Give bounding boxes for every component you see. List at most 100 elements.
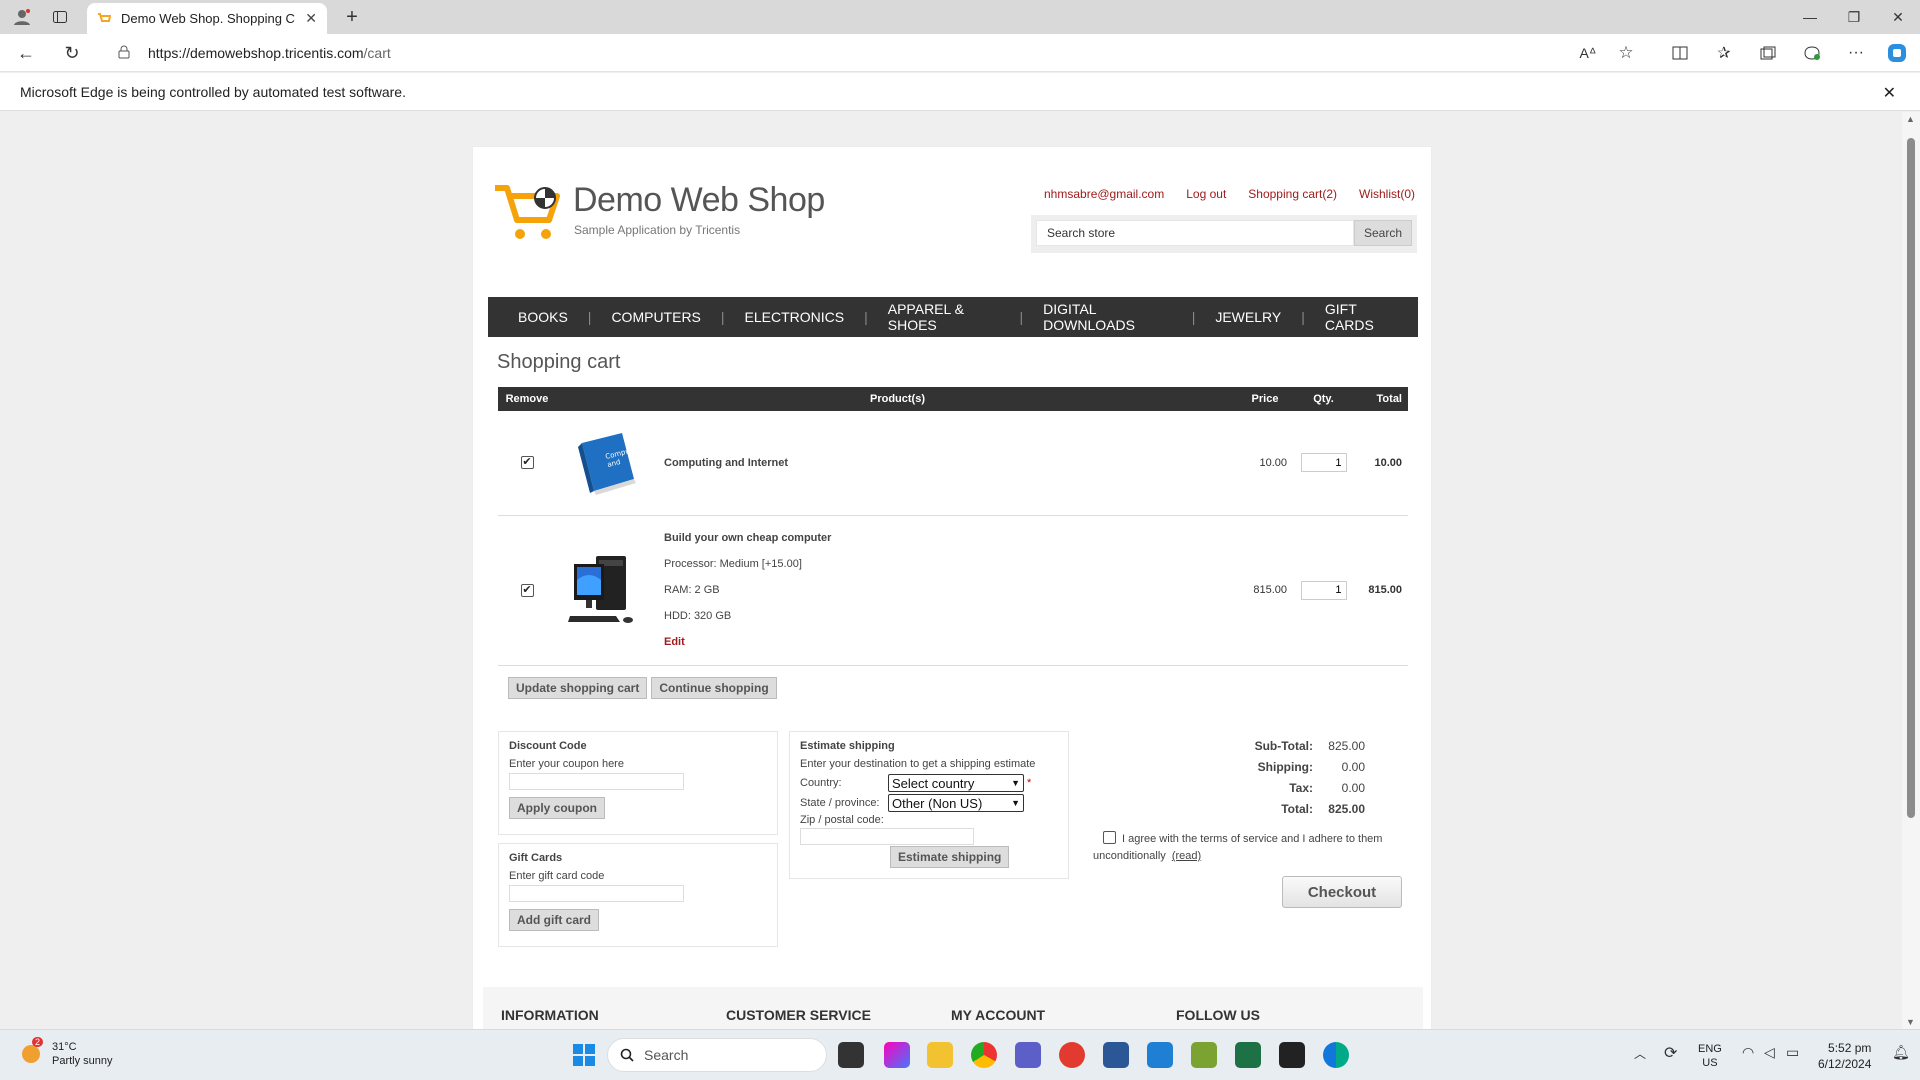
tab-actions-icon[interactable] [48, 6, 72, 28]
notepad-chart-icon[interactable] [1191, 1042, 1217, 1068]
product-image-computer[interactable] [556, 550, 656, 630]
clock[interactable]: 5:52 pm 6/12/2024 [1818, 1040, 1871, 1072]
menu-jewelry[interactable]: JEWELRY [1195, 309, 1301, 325]
region-code: US [1702, 1057, 1718, 1069]
app-red-icon[interactable] [1059, 1042, 1085, 1068]
product-name-link[interactable]: Computing and Internet [664, 457, 788, 469]
menu-digital-downloads[interactable]: DIGITAL DOWNLOADS [1023, 301, 1192, 333]
state-select[interactable]: Other (Non US) ▼ [888, 794, 1024, 812]
menu-books[interactable]: BOOKS [498, 309, 588, 325]
menu-computers[interactable]: COMPUTERS [591, 309, 720, 325]
wishlist-link[interactable]: Wishlist(0) [1359, 187, 1415, 201]
notification-bell-icon[interactable]: 🔔︎ [1892, 1044, 1910, 1061]
volume-icon[interactable]: ◁ [1764, 1044, 1775, 1061]
page-scrollbar[interactable]: ▲ ▼ [1902, 112, 1920, 1029]
collections-icon[interactable] [1756, 43, 1780, 63]
taskbar-search[interactable]: Search [607, 1038, 827, 1072]
cart-buttons: Update shopping cart Continue shopping [508, 677, 777, 699]
continue-shopping-button[interactable]: Continue shopping [651, 677, 777, 699]
add-gift-card-button[interactable]: Add gift card [509, 909, 599, 931]
remove-checkbox[interactable]: ✔ [520, 583, 534, 597]
quantity-input[interactable] [1300, 453, 1347, 473]
search-button[interactable]: Search [1354, 220, 1412, 246]
copilot-app-icon[interactable] [884, 1042, 910, 1068]
new-tab-icon[interactable]: + [340, 5, 364, 29]
vscode-icon[interactable] [1147, 1042, 1173, 1068]
tab-shopping-cart[interactable]: Demo Web Shop. Shopping Cart ✕ [87, 3, 327, 34]
footer-information-heading: INFORMATION [501, 1007, 599, 1023]
split-screen-icon[interactable] [1668, 43, 1692, 63]
profile-icon[interactable] [10, 6, 34, 28]
estimate-shipping-box: Estimate shipping Enter your destination… [789, 731, 1069, 879]
edit-item-link[interactable]: Edit [664, 636, 831, 648]
lock-icon[interactable] [118, 45, 130, 59]
browser-essentials-icon[interactable] [1800, 43, 1824, 63]
task-view-icon[interactable] [838, 1042, 864, 1068]
menu-electronics[interactable]: ELECTRONICS [725, 309, 865, 325]
chevron-up-icon[interactable]: ︿ [1634, 1045, 1646, 1062]
minimize-icon[interactable]: — [1788, 0, 1832, 34]
copilot-icon[interactable] [1884, 41, 1910, 65]
apply-coupon-button[interactable]: Apply coupon [509, 797, 605, 819]
sync-icon[interactable]: ⟳ [1664, 1043, 1677, 1063]
url-path: /cart [363, 45, 391, 61]
remove-checkbox[interactable]: ✔ [520, 456, 534, 470]
restore-icon[interactable]: ❐ [1832, 0, 1876, 34]
search-input[interactable] [1036, 220, 1354, 246]
scroll-down-icon[interactable]: ▼ [1906, 1017, 1915, 1027]
edge-icon[interactable] [1323, 1042, 1349, 1068]
tax-value: 0.00 [1341, 781, 1365, 795]
refresh-icon[interactable]: ↻ [60, 42, 84, 64]
weather-widget[interactable]: 2 31°C Partly sunny [18, 1037, 113, 1068]
language-indicator[interactable]: ENG US [1698, 1042, 1722, 1070]
store-logo-cart-icon[interactable] [493, 182, 563, 242]
back-icon[interactable]: ← [14, 42, 38, 64]
favorite-star-icon[interactable]: ☆ [1614, 43, 1638, 63]
zip-input[interactable] [800, 828, 974, 845]
battery-icon[interactable]: ▭ [1786, 1044, 1799, 1061]
country-select[interactable]: Select country ▼ [888, 774, 1024, 792]
windows-start-icon[interactable] [572, 1043, 596, 1067]
close-infobar-icon[interactable]: ✕ [1883, 83, 1896, 103]
product-image-book[interactable]: Computing and [556, 429, 656, 497]
estimate-shipping-button[interactable]: Estimate shipping [890, 846, 1010, 868]
read-aloud-icon[interactable]: Aᐞ [1576, 43, 1600, 63]
product-name-link[interactable]: Build your own cheap computer [664, 532, 831, 544]
teams-icon[interactable] [1015, 1042, 1041, 1068]
quantity-input[interactable] [1300, 580, 1347, 600]
scrollbar-thumb[interactable] [1907, 138, 1915, 818]
logout-link[interactable]: Log out [1186, 187, 1226, 201]
menu-apparel-shoes[interactable]: APPAREL & SHOES [868, 301, 1020, 333]
favorites-icon[interactable]: ✰ [1712, 43, 1736, 63]
tab-title: Demo Web Shop. Shopping Cart [121, 11, 296, 26]
wifi-icon[interactable]: ◠ [1742, 1044, 1754, 1061]
gift-card-input[interactable] [509, 885, 684, 902]
footer-customer-service-heading: CUSTOMER SERVICE [726, 1007, 871, 1023]
scroll-up-icon[interactable]: ▲ [1906, 114, 1915, 124]
menu-gift-cards[interactable]: GIFT CARDS [1305, 301, 1418, 333]
terms-read-link[interactable]: (read) [1172, 850, 1201, 862]
shipping-title: Estimate shipping [800, 740, 895, 752]
update-cart-button[interactable]: Update shopping cart [508, 677, 648, 699]
file-explorer-icon[interactable] [927, 1042, 953, 1068]
shopping-cart-link[interactable]: Shopping cart(2) [1248, 187, 1337, 201]
coupon-input[interactable] [509, 773, 684, 790]
store-name[interactable]: Demo Web Shop [573, 181, 825, 220]
excel-icon[interactable] [1235, 1042, 1261, 1068]
clock-date: 6/12/2024 [1818, 1057, 1872, 1071]
chrome-icon[interactable] [971, 1042, 997, 1068]
terminal-icon[interactable] [1279, 1042, 1305, 1068]
chevron-down-icon: ▼ [1011, 798, 1020, 808]
url-field[interactable]: https://demowebshop.tricentis.com/cart [108, 38, 1618, 68]
page-title: Shopping cart [497, 351, 621, 373]
close-window-icon[interactable]: ✕ [1876, 0, 1920, 34]
checkout-button[interactable]: Checkout [1282, 876, 1402, 908]
account-email-link[interactable]: nhmsabre@gmail.com [1044, 187, 1164, 201]
col-remove: Remove [498, 387, 556, 411]
taskbar-search-label: Search [644, 1047, 689, 1063]
word-icon[interactable] [1103, 1042, 1129, 1068]
terms-checkbox[interactable] [1103, 831, 1116, 844]
zip-label: Zip / postal code: [800, 814, 884, 826]
close-tab-icon[interactable]: ✕ [305, 10, 317, 27]
more-menu-icon[interactable]: ··· [1844, 43, 1868, 63]
